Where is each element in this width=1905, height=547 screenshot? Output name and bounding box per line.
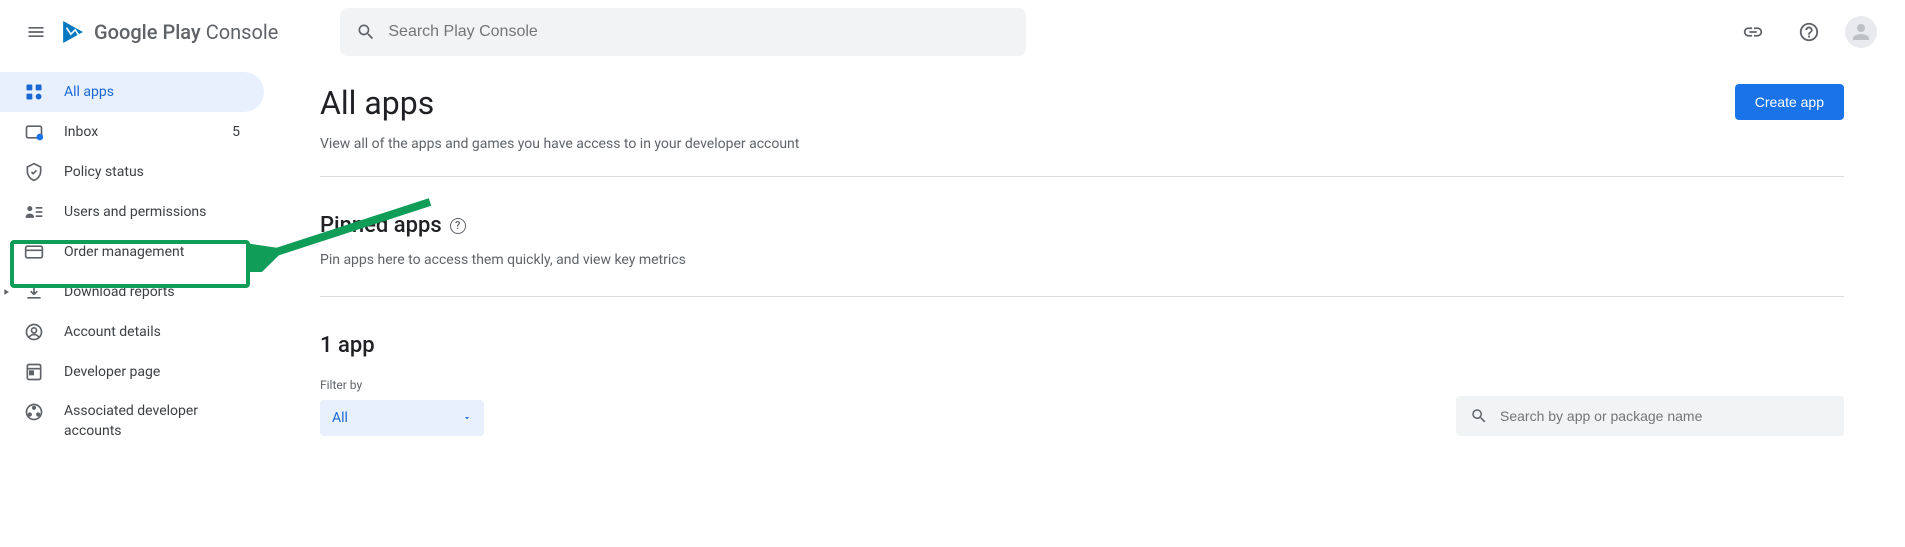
link-button[interactable] bbox=[1733, 12, 1773, 52]
sidebar-item-associated-accounts[interactable]: Associated developer accounts bbox=[0, 392, 264, 451]
sidebar-item-account-details[interactable]: Account details bbox=[0, 312, 264, 352]
help-icon bbox=[1798, 21, 1820, 43]
inbox-count: 5 bbox=[232, 124, 240, 140]
page-subtitle: View all of the apps and games you have … bbox=[320, 136, 1844, 152]
expand-arrow-icon[interactable] bbox=[0, 272, 14, 312]
sidebar-item-label: Policy status bbox=[64, 164, 240, 180]
shield-icon bbox=[24, 162, 44, 182]
apps-count-heading: 1 app bbox=[320, 333, 1844, 358]
divider bbox=[320, 176, 1844, 177]
app-search-input[interactable] bbox=[1500, 408, 1830, 424]
pinned-apps-heading: Pinned apps ? bbox=[320, 213, 1844, 238]
link-icon bbox=[1742, 21, 1764, 43]
app-search[interactable] bbox=[1456, 396, 1844, 436]
account-circle-icon bbox=[24, 322, 44, 342]
play-console-icon bbox=[60, 19, 86, 45]
filter-label: Filter by bbox=[320, 378, 484, 392]
apps-grid-icon bbox=[24, 82, 44, 102]
avatar-icon bbox=[1849, 20, 1873, 44]
sidebar-item-label: Download reports bbox=[64, 284, 240, 300]
sidebar-item-order-management[interactable]: Order management bbox=[0, 232, 264, 272]
sidebar-item-label: Inbox bbox=[64, 124, 212, 140]
hamburger-menu-button[interactable] bbox=[16, 12, 56, 52]
sidebar-item-label: Developer page bbox=[64, 364, 240, 380]
page-icon bbox=[24, 362, 44, 382]
sidebar-item-label: Users and permissions bbox=[64, 204, 240, 220]
account-avatar[interactable] bbox=[1845, 16, 1877, 48]
sidebar-item-policy-status[interactable]: Policy status bbox=[0, 152, 264, 192]
hamburger-icon bbox=[26, 22, 46, 42]
brand-logo[interactable]: Google Play Console bbox=[60, 19, 278, 45]
users-list-icon bbox=[24, 202, 44, 222]
search-icon bbox=[356, 22, 376, 42]
inbox-icon bbox=[24, 122, 44, 142]
sidebar-item-label: Associated developer accounts bbox=[64, 402, 240, 441]
connected-dots-icon bbox=[24, 402, 44, 422]
sidebar-item-inbox[interactable]: Inbox 5 bbox=[0, 112, 264, 152]
page-title: All apps bbox=[320, 84, 434, 122]
sidebar-item-developer-page[interactable]: Developer page bbox=[0, 352, 264, 392]
sidebar-item-download-reports[interactable]: Download reports bbox=[0, 272, 264, 312]
main-content: All apps Create app View all of the apps… bbox=[280, 64, 1880, 451]
sidebar: All apps Inbox 5 Policy status Users and… bbox=[0, 64, 280, 451]
credit-card-icon bbox=[24, 242, 44, 262]
sidebar-item-label: Account details bbox=[64, 324, 240, 340]
sidebar-item-users-permissions[interactable]: Users and permissions bbox=[0, 192, 264, 232]
global-search-input[interactable] bbox=[388, 23, 1010, 41]
divider bbox=[320, 296, 1844, 297]
chevron-down-icon bbox=[462, 413, 472, 423]
brand-text: Google Play Console bbox=[94, 20, 278, 44]
create-app-button[interactable]: Create app bbox=[1735, 84, 1844, 120]
sidebar-item-label: Order management bbox=[64, 244, 240, 260]
filter-select[interactable]: All bbox=[320, 400, 484, 436]
download-icon bbox=[24, 282, 44, 302]
sidebar-item-all-apps[interactable]: All apps bbox=[0, 72, 264, 112]
global-search[interactable] bbox=[340, 8, 1026, 56]
search-icon bbox=[1470, 407, 1488, 425]
sidebar-item-label: All apps bbox=[64, 84, 240, 100]
filter-value: All bbox=[332, 410, 348, 426]
help-circle-icon[interactable]: ? bbox=[450, 218, 466, 234]
pinned-apps-subtitle: Pin apps here to access them quickly, an… bbox=[320, 252, 1844, 268]
filter-group: Filter by All bbox=[320, 378, 484, 436]
help-button[interactable] bbox=[1789, 12, 1829, 52]
